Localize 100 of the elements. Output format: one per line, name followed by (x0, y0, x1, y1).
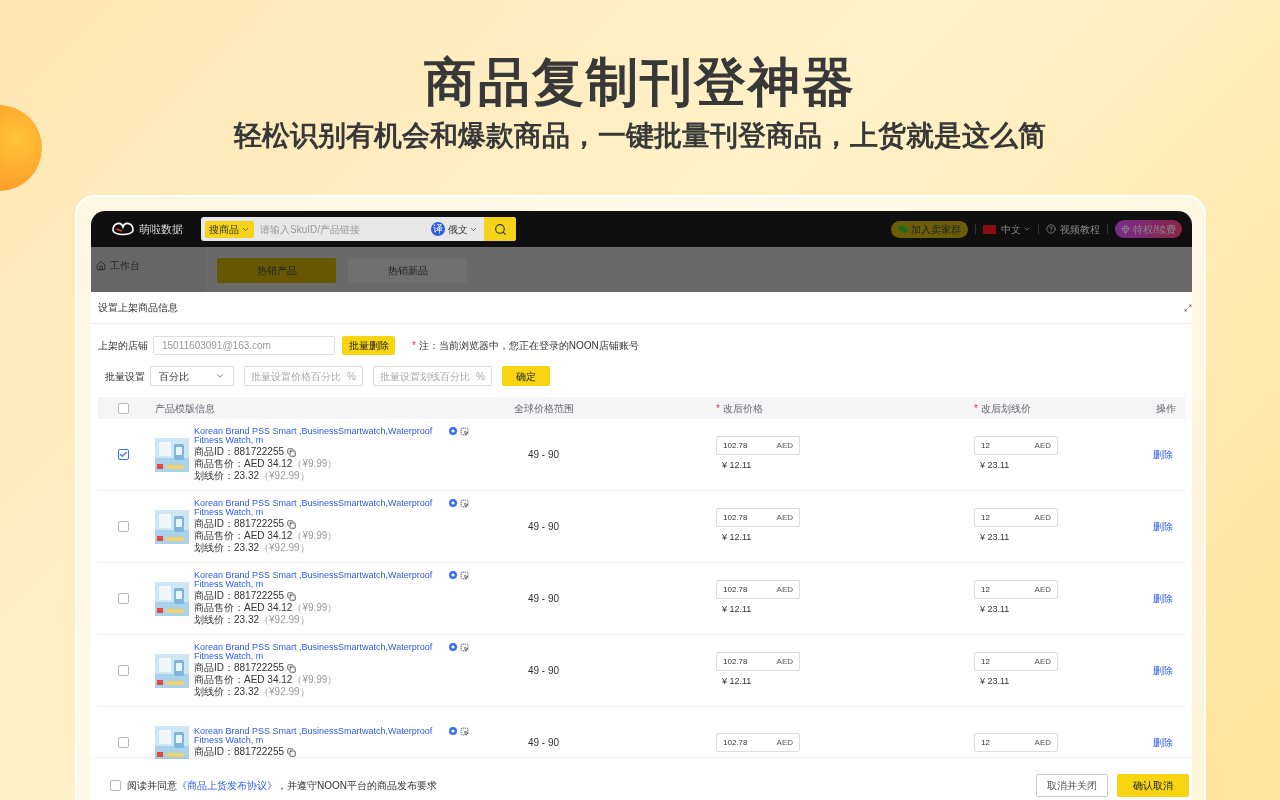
copy-icon[interactable] (287, 447, 297, 457)
product-title-link[interactable]: Korean Brand PSS Smart ,BusinessSmartwatch,Waterproof Fitness Watch, m (194, 427, 446, 445)
strike-price-cny: ¥ 23.11 (979, 675, 1011, 689)
select-all-checkbox[interactable] (117, 402, 129, 414)
copy-icon[interactable] (287, 663, 297, 673)
bulk-mode-select[interactable]: 百分比 (150, 366, 234, 386)
ui-language-dropdown[interactable]: 中文 (1001, 221, 1032, 237)
search-type-dropdown[interactable]: 搜商品 (205, 220, 254, 238)
product-id: 商品ID：881722255 (194, 746, 469, 758)
globe-icon (449, 727, 457, 735)
pointer-icon[interactable] (460, 499, 469, 508)
language-dropdown[interactable]: 俄文 (448, 221, 478, 237)
logo-icon (111, 220, 135, 238)
note: * 注：当前浏览器中，您正在登录的NOON店铺账号 (412, 338, 639, 353)
search-icon (493, 222, 507, 236)
product-title-link[interactable]: Korean Brand PSS Smart ,BusinessSmartwatch,Waterproof Fitness Watch, m (194, 727, 446, 745)
row-checkbox[interactable] (117, 521, 129, 532)
column-header: 操作 (1156, 401, 1176, 416)
video-tutorial-link[interactable]: 视频教程 (1060, 221, 1101, 237)
price-field[interactable]: 102.78 AED (716, 733, 800, 752)
flag-icon (983, 224, 997, 234)
expand-icon[interactable] (1184, 303, 1192, 312)
strike-price: 划线价：23.32（¥92.99） (194, 470, 311, 482)
strike-price: 划线价：23.32（¥92.99） (194, 542, 311, 554)
bulk-label: 批量设置 (105, 369, 145, 384)
tab[interactable]: 热销新品 (348, 258, 467, 283)
delete-link[interactable]: 删除 (1153, 591, 1173, 606)
chat-icon (898, 225, 909, 233)
copy-icon[interactable] (287, 519, 297, 529)
globe-icon (449, 427, 457, 435)
row-checkbox[interactable] (117, 593, 129, 604)
column-header: * 改后价格 (716, 402, 763, 414)
sale-price: 商品售价：AED 34.12（¥9.99） (194, 602, 339, 614)
chevron-down-icon (1023, 225, 1032, 233)
delete-link[interactable]: 删除 (1153, 735, 1173, 750)
price-range: 49 - 90 (527, 448, 560, 462)
product-title-link[interactable]: Korean Brand PSS Smart ,BusinessSmartwatch,Waterproof Fitness Watch, m (194, 499, 446, 517)
price-field[interactable]: 102.78 AED (716, 580, 800, 600)
column-header: * 改后划线价 (974, 402, 1031, 414)
product-title-link[interactable]: Korean Brand PSS Smart ,BusinessSmartwatch,Waterproof Fitness Watch, m (194, 571, 446, 589)
product-id: 商品ID：881722255 (194, 518, 469, 530)
strike-price: 划线价：23.32（¥92.99） (194, 686, 311, 698)
strike-price-cny: ¥ 23.11 (979, 459, 1011, 473)
chevron-down-icon (215, 371, 225, 381)
price-cny: ¥ 12.11 (721, 531, 753, 545)
store-label: 上架的店铺 (98, 338, 148, 353)
price-field[interactable]: 102.78 AED (716, 652, 800, 672)
delete-link[interactable]: 删除 (1153, 519, 1173, 534)
help-icon (1046, 224, 1057, 234)
price-range: 49 - 90 (527, 592, 560, 606)
subheadline: 轻松识别有机会和爆款商品，一键批量刊登商品，上货就是这么简 (234, 119, 1046, 153)
column-header: 产品模版信息 (155, 402, 215, 414)
delete-link[interactable]: 删除 (1153, 447, 1173, 462)
gem-icon (1121, 224, 1131, 234)
bulk-delete-button[interactable]: 批量删除 (342, 335, 395, 355)
strike-price-field[interactable]: 12 AED (974, 733, 1058, 752)
globe-icon (449, 499, 457, 507)
pointer-icon[interactable] (460, 427, 469, 436)
delete-link[interactable]: 删除 (1153, 663, 1173, 678)
price-range: 49 - 90 (527, 664, 560, 678)
price-range: 49 - 90 (527, 736, 560, 750)
price-cny: ¥ 12.11 (721, 603, 753, 617)
globe-icon (449, 571, 457, 579)
strike-price-cny: ¥ 23.11 (979, 603, 1011, 617)
row-checkbox[interactable] (117, 737, 129, 748)
strike-price-field[interactable]: 12 AED (974, 436, 1058, 456)
copy-icon[interactable] (287, 747, 297, 757)
confirm-cancel-button[interactable]: 确认取消 (1117, 773, 1189, 797)
product-id: 商品ID：881722255 (194, 662, 469, 674)
copy-icon[interactable] (287, 591, 297, 601)
column-header: 全球价格范围 (513, 401, 574, 416)
strike-price: 划线价：23.32（¥92.99） (194, 614, 311, 626)
pointer-icon[interactable] (460, 727, 469, 736)
agreement-link[interactable]: 《商品上货发布协议》 (177, 779, 277, 791)
price-field[interactable]: 102.78 AED (716, 436, 800, 456)
product-id: 商品ID：881722255 (194, 590, 469, 602)
cancel-close-button[interactable]: 取消并关闭 (1036, 773, 1108, 797)
product-id: 商品ID：881722255 (194, 446, 469, 458)
strike-price-field[interactable]: 12 AED (974, 580, 1058, 600)
price-cny: ¥ 12.11 (721, 459, 753, 473)
sale-price: 商品售价：AED 34.12（¥9.99） (194, 458, 339, 470)
home-icon (96, 260, 106, 271)
price-range: 49 - 90 (527, 520, 560, 534)
strike-price-field[interactable]: 12 AED (974, 508, 1058, 528)
globe-icon (449, 643, 457, 651)
search-button[interactable] (484, 217, 516, 241)
agreement-text: 阅读并同意《商品上货发布协议》，并遵守NOON平台的商品发布要求 (127, 778, 437, 793)
strike-price-field[interactable]: 12 AED (974, 652, 1058, 672)
price-field[interactable]: 102.78 AED (716, 508, 800, 528)
row-checkbox[interactable] (117, 449, 129, 460)
product-title-link[interactable]: Korean Brand PSS Smart ,BusinessSmartwatch,Waterproof Fitness Watch, m (194, 643, 446, 661)
agree-checkbox[interactable] (110, 779, 121, 791)
translate-badge: 译 (431, 222, 445, 236)
pointer-icon[interactable] (460, 643, 469, 652)
modal-title: 设置上架商品信息 (98, 301, 178, 315)
confirm-button[interactable]: 确定 (502, 366, 550, 386)
row-checkbox[interactable] (117, 665, 129, 676)
pointer-icon[interactable] (460, 571, 469, 580)
strike-price-cny: ¥ 23.11 (979, 531, 1011, 545)
headline: 商品复制刊登神器 (424, 52, 856, 113)
